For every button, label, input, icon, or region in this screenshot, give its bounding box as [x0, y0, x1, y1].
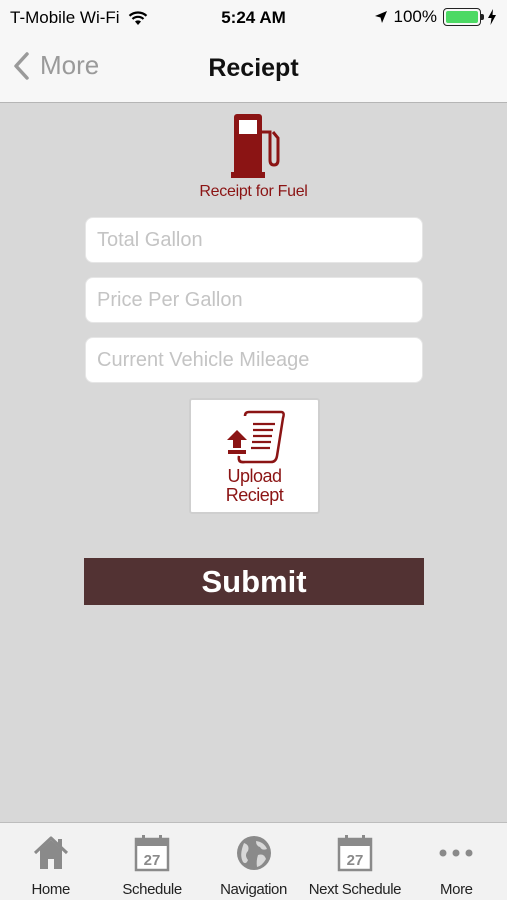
page-title: Reciept	[208, 54, 299, 82]
vehicle-mileage-input[interactable]	[85, 337, 423, 383]
submit-button[interactable]: Submit	[84, 558, 424, 605]
battery-icon	[443, 8, 484, 26]
upload-receipt-button[interactable]: Upload Reciept	[189, 398, 320, 514]
fuel-receipt-caption: Receipt for Fuel	[199, 183, 308, 200]
calendar-icon: 27	[337, 835, 373, 872]
calendar-icon: 27	[134, 835, 170, 872]
upload-label-line1: Upload	[227, 466, 282, 486]
upload-label-line2: Reciept	[225, 485, 284, 505]
status-right: 100%	[374, 7, 497, 27]
upload-receipt-label: Upload Reciept	[191, 467, 318, 505]
tab-schedule[interactable]: 27 Schedule	[101, 823, 202, 900]
calendar-day-text: 27	[144, 852, 161, 869]
total-gallon-input[interactable]	[85, 217, 423, 263]
location-arrow-icon	[374, 11, 387, 23]
tab-more-label: More	[440, 881, 473, 898]
status-bar: T-Mobile Wi-Fi 5:24 AM 100%	[0, 0, 507, 36]
tab-navigation-label: Navigation	[220, 881, 287, 898]
tab-schedule-label: Schedule	[122, 881, 182, 898]
price-per-gallon-input[interactable]	[85, 277, 423, 323]
tab-home[interactable]: Home	[0, 823, 101, 900]
charging-bolt-icon	[488, 9, 496, 25]
tab-bar: Home 27 Schedule Navigation 27 Next Sche…	[0, 822, 507, 900]
home-icon	[33, 836, 68, 869]
tab-next-schedule[interactable]: 27 Next Schedule	[304, 823, 405, 900]
navigation-bar: More Reciept	[0, 36, 507, 103]
calendar-day-text: 27	[347, 852, 364, 869]
globe-icon	[236, 836, 271, 870]
tab-home-label: Home	[31, 881, 70, 898]
upload-document-icon	[227, 410, 285, 464]
battery-level	[446, 11, 478, 23]
battery-percent: 100%	[393, 7, 437, 26]
more-dots-icon	[439, 849, 473, 857]
tab-more[interactable]: More	[406, 823, 507, 900]
fuel-pump-icon	[231, 114, 280, 178]
tab-next-schedule-label: Next Schedule	[308, 881, 402, 898]
tab-navigation[interactable]: Navigation	[203, 823, 304, 900]
